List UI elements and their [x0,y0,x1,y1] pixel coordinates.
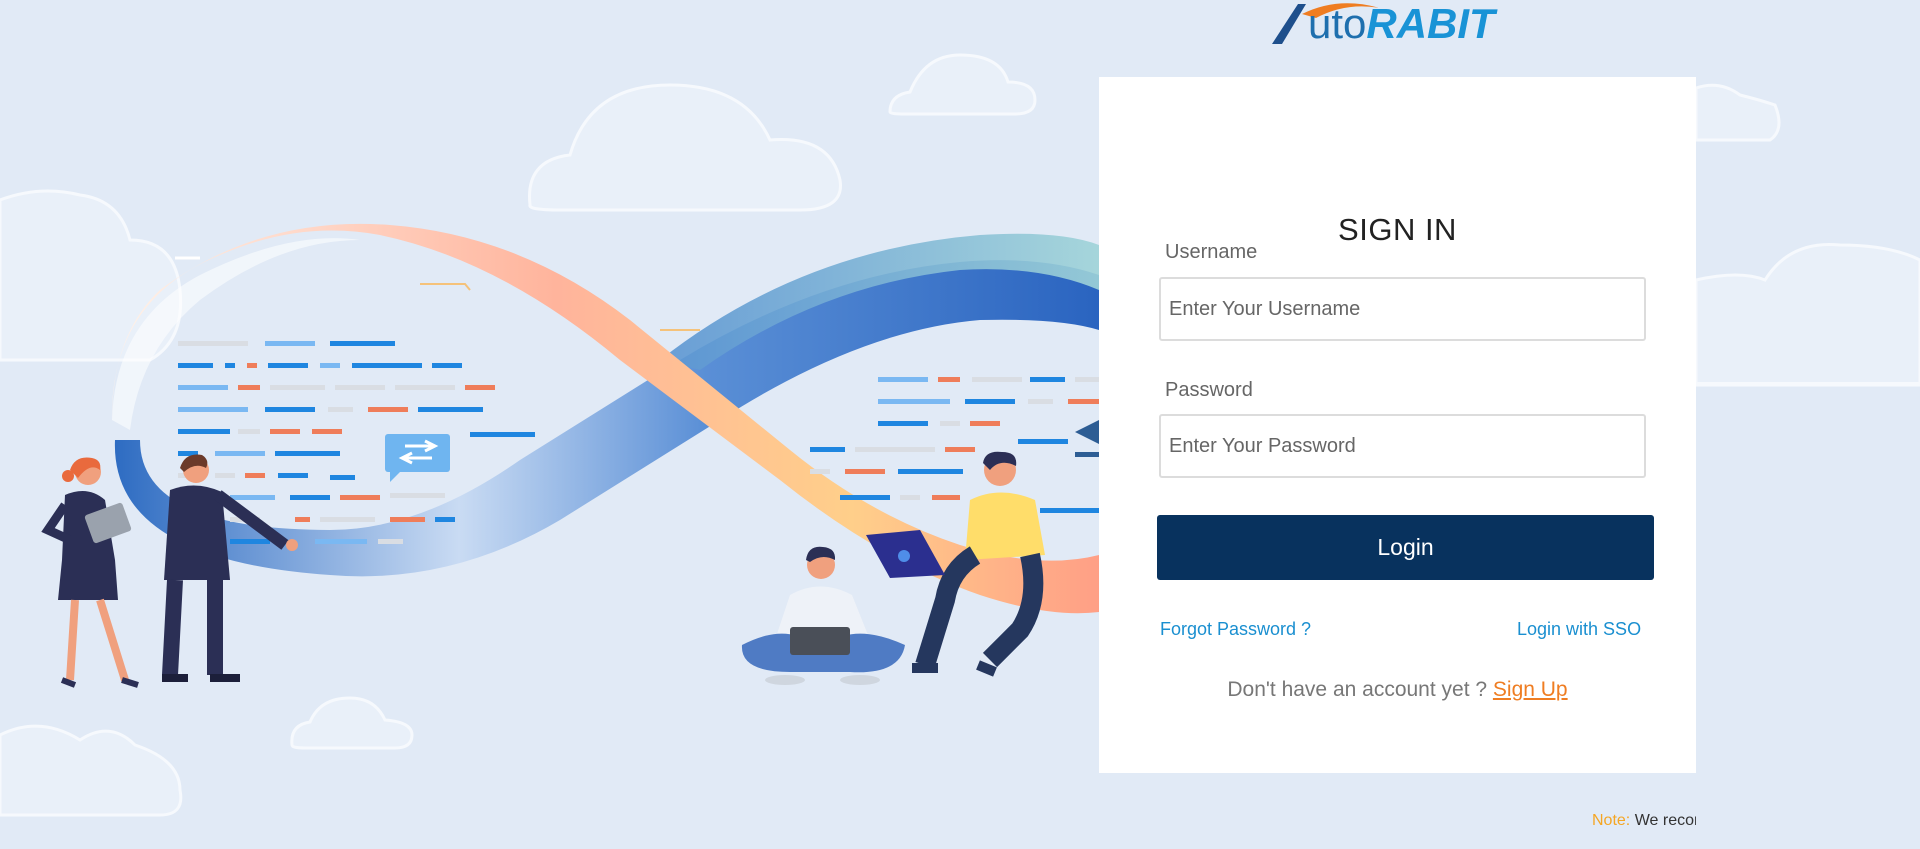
logo-text-rabit: RABIT [1366,0,1495,47]
username-input[interactable] [1159,277,1646,341]
password-label: Password [1165,379,1253,401]
forgot-password-link[interactable]: Forgot Password ? [1160,619,1311,640]
signup-row: Don't have an account yet ? Sign Up [1099,678,1696,702]
note-banner: Note: We recor [1592,812,1696,830]
woman-with-tablet-figure [41,457,139,688]
code-lines-right [810,377,1099,513]
signup-prompt: Don't have an account yet ? [1227,678,1488,701]
login-page: utoRABIT SIGN IN Username Password Login… [0,0,1920,849]
note-text: We recor [1634,812,1696,829]
logo-text-auto: uto [1308,0,1367,47]
login-card: SIGN IN Username Password Login Forgot P… [1099,77,1696,773]
man-sitting-laptop-figure [741,546,905,685]
username-label: Username [1165,241,1258,263]
login-button[interactable]: Login [1157,515,1654,580]
sign-up-link[interactable]: Sign Up [1493,678,1568,701]
note-label: Note: [1592,812,1631,829]
transfer-bubble-icon [385,434,450,482]
autorabit-logo: utoRABIT [1268,0,1538,48]
login-with-sso-link[interactable]: Login with SSO [1517,619,1641,640]
password-input[interactable] [1159,414,1646,478]
